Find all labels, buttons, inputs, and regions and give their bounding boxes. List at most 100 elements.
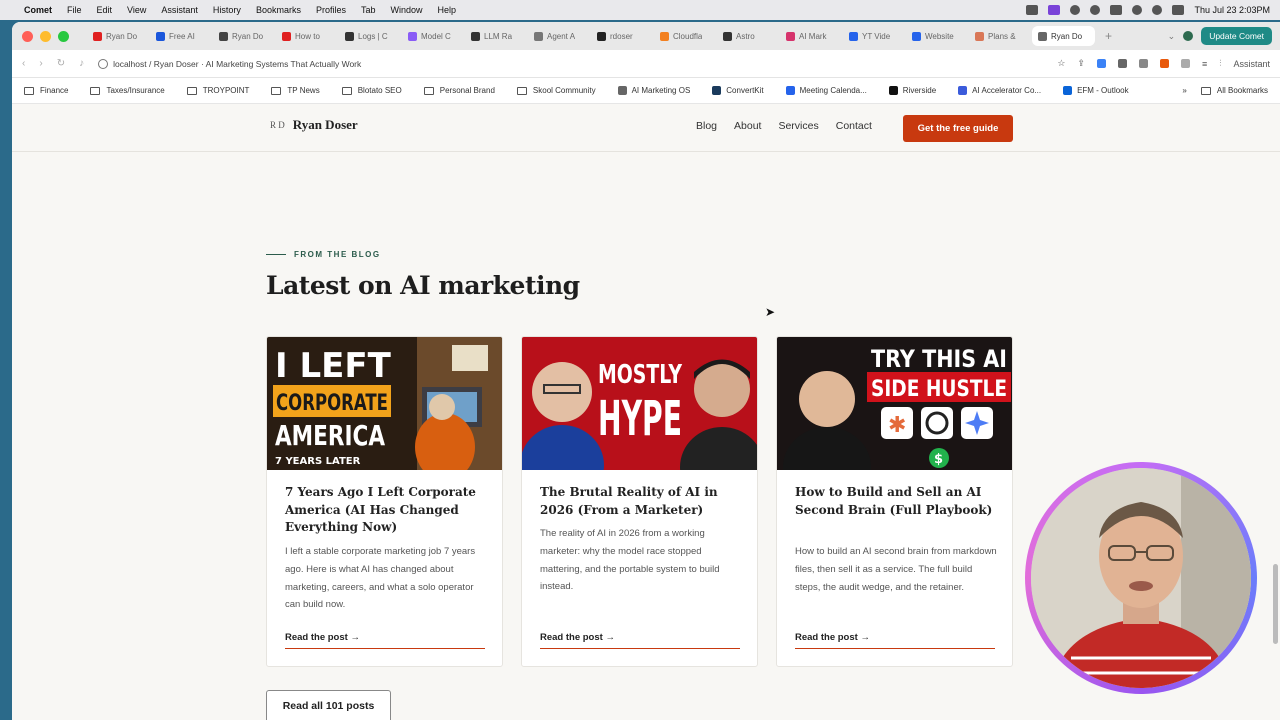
menu-tab[interactable]: Tab [361,5,376,15]
tab-overflow-icon[interactable]: ⌄ [1168,31,1176,42]
post-title[interactable]: The Brutal Reality of AI in 2026 (From a… [540,484,745,519]
post-thumbnail[interactable]: MOSTLY HYPE [522,337,757,470]
browser-tab[interactable]: Ryan Do [213,26,276,46]
page-scrollbar[interactable] [1273,564,1278,644]
menu-bookmarks[interactable]: Bookmarks [256,5,301,15]
menu-history[interactable]: History [213,5,241,15]
nav-contact[interactable]: Contact [836,120,872,132]
status-icon[interactable] [1026,5,1039,15]
mic-icon[interactable]: ♪ [79,58,84,69]
browser-tab[interactable]: LLM Ra [465,26,528,46]
bookmark-item[interactable]: AI Marketing OS [617,86,690,95]
wifi-icon[interactable] [1132,5,1143,15]
browser-tab[interactable]: Website [906,26,969,46]
all-bookmarks-folder[interactable]: All Bookmarks [1200,86,1268,95]
url-field[interactable]: localhost / Ryan Doser · AI Marketing Sy… [98,58,361,69]
browser-tab[interactable]: Cloudfla [654,26,717,46]
bookmark-item[interactable]: Blotato SEO [341,86,402,95]
bookmark-item[interactable]: EFM - Outlook [1063,86,1129,95]
share-icon[interactable]: ⇪ [1077,58,1085,69]
browser-tab[interactable]: Agent A [528,26,591,46]
control-center-icon[interactable] [1172,5,1185,15]
post-title[interactable]: How to Build and Sell an AI Second Brain… [795,484,1000,519]
bookmark-item[interactable]: TP News [271,86,320,95]
menu-profiles[interactable]: Profiles [316,5,346,15]
minimize-window-button[interactable] [40,30,51,42]
reload-icon[interactable]: ↻ [57,58,65,69]
extension-icon[interactable] [1117,59,1127,68]
assistant-button[interactable]: Assistant [1233,59,1270,69]
browser-tab[interactable]: How to [276,26,339,46]
play-icon[interactable] [1090,5,1101,15]
back-icon[interactable]: ‹ [22,58,25,69]
profile-avatar[interactable] [1183,31,1194,41]
audio-icon[interactable]: ⫶ [1219,58,1221,69]
menu-file[interactable]: File [67,5,82,15]
new-tab-button[interactable]: + [1105,29,1112,43]
site-logo[interactable]: R D Ryan Doser [270,117,358,133]
thumb-line: HYPE [598,391,682,447]
post-card[interactable]: TRY THIS AI SIDE HUSTLE ✱ $ How to Build… [776,336,1013,667]
menu-window[interactable]: Window [390,5,422,15]
svg-text:$: $ [934,452,943,467]
read-post-link[interactable]: Read the post → [795,632,995,649]
bookmark-item[interactable]: Skool Community [516,86,596,95]
battery-icon[interactable] [1110,5,1123,15]
browser-tab[interactable]: AI Mark [780,26,843,46]
menu-lines-icon[interactable]: ≡ [1202,59,1207,69]
nav-services[interactable]: Services [778,120,818,132]
browser-tab[interactable]: Logs | C [339,26,402,46]
site-info-icon[interactable] [98,58,109,69]
bookmark-item[interactable]: TROYPOINT [186,86,249,95]
folder-icon [90,86,101,95]
close-window-button[interactable] [22,30,33,42]
bookmark-item[interactable]: AI Accelerator Co... [958,86,1041,95]
browser-tab[interactable]: Model C [402,26,465,46]
update-comet-button[interactable]: Update Comet [1201,27,1272,45]
post-title[interactable]: 7 Years Ago I Left Corporate America (AI… [285,484,490,537]
screen-record-icon[interactable] [1048,5,1061,15]
post-thumbnail[interactable]: TRY THIS AI SIDE HUSTLE ✱ $ [777,337,1012,470]
browser-tab[interactable]: Ryan Do [1032,26,1095,46]
menu-help[interactable]: Help [438,5,457,15]
menubar-clock[interactable]: Thu Jul 23 2:03PM [1194,5,1270,15]
nav-blog[interactable]: Blog [696,120,717,132]
bookmark-item[interactable]: ConvertKit [712,86,764,95]
extension-icon[interactable] [1138,59,1148,68]
browser-tab[interactable]: Ryan Do [87,26,150,46]
post-card[interactable]: MOSTLY HYPE The Brutal Reality of AI in … [521,336,758,667]
browser-tab[interactable]: YT Vide [843,26,906,46]
extension-icon[interactable] [1159,59,1169,68]
read-all-posts-button[interactable]: Read all 101 posts [266,690,391,720]
bookmarks-overflow-icon[interactable]: » [1182,86,1186,95]
read-post-link[interactable]: Read the post → [540,632,740,649]
browser-tab[interactable]: rdoser [591,26,654,46]
bookmark-star-icon[interactable]: ☆ [1057,58,1065,69]
status-icon[interactable] [1070,5,1081,15]
extension-icon[interactable] [1096,59,1106,68]
extensions-puzzle-icon[interactable] [1180,59,1190,68]
browser-tab[interactable]: Free AI [150,26,213,46]
menu-app[interactable]: Comet [24,5,52,15]
bookmark-label: Meeting Calenda... [799,86,867,95]
post-card[interactable]: I LEFT CORPORATE AMERICA 7 YEARS LATER 7… [266,336,503,667]
bookmark-item[interactable]: Personal Brand [423,86,495,95]
browser-tab[interactable]: Plans & [969,26,1032,46]
bookmark-favicon-icon [617,86,627,95]
bookmark-item[interactable]: Taxes/Insurance [90,86,165,95]
search-icon[interactable] [1152,5,1163,15]
bookmark-item[interactable]: Meeting Calenda... [785,86,867,95]
forward-icon[interactable]: › [39,58,42,69]
menu-view[interactable]: View [127,5,146,15]
nav-about[interactable]: About [734,120,761,132]
bookmark-item[interactable]: Riverside [888,86,936,95]
browser-tab[interactable]: Astro [717,26,780,46]
bookmark-item[interactable]: Finance [24,86,68,95]
free-guide-button[interactable]: Get the free guide [903,115,1013,142]
zoom-window-button[interactable] [58,30,69,42]
tab-bar: Ryan Do Free AI Ryan Do How to Logs | C Model… [12,22,1280,50]
menu-assistant[interactable]: Assistant [161,5,198,15]
read-post-link[interactable]: Read the post → [285,632,485,649]
post-thumbnail[interactable]: I LEFT CORPORATE AMERICA 7 YEARS LATER [267,337,502,470]
menu-edit[interactable]: Edit [97,5,113,15]
